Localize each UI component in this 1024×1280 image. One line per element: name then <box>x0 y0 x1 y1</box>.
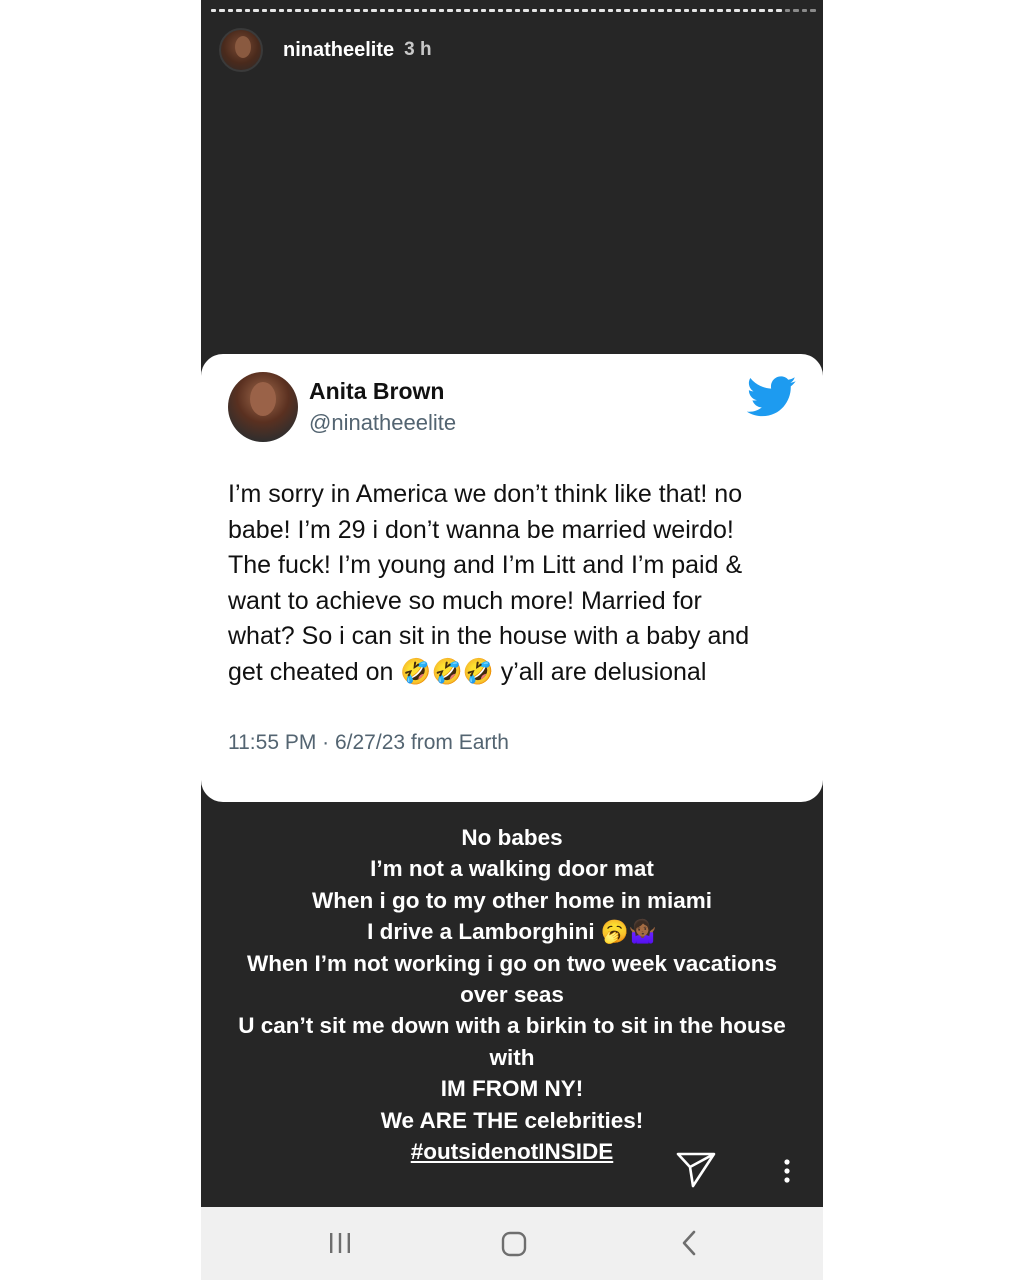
caption-line: No babes <box>461 825 563 850</box>
caption-line: We ARE THE celebrities! <box>380 1107 644 1133</box>
tweet-text-line: I’m sorry in America we don’t think like… <box>228 480 743 508</box>
tweet-text-line: babe! I’m 29 i don’t wanna be married we… <box>228 515 734 544</box>
story-viewer: ninatheelite 3 h Anita Brown @ninatheeel… <box>201 0 823 1280</box>
story-header: ninatheelite 3 h <box>219 28 432 72</box>
tweet-handle: @ninatheeelite <box>309 410 457 435</box>
send-icon[interactable] <box>675 1150 717 1190</box>
caption-line: I’m not a walking door mat <box>370 856 654 882</box>
tweet-text: I’m sorry in America we don’t think like… <box>228 477 798 690</box>
caption-line: over seas <box>460 982 564 1008</box>
recents-icon[interactable] <box>327 1231 353 1255</box>
twitter-bird-icon <box>747 376 797 417</box>
avatar[interactable] <box>219 28 263 72</box>
more-vertical-icon[interactable] <box>775 1158 799 1186</box>
caption-line: IM FROM NY! <box>440 1076 584 1102</box>
caption-line: When I’m not working i go on two week va… <box>246 950 778 976</box>
caption-line: U can’t sit me down with a birkin to sit… <box>238 1013 786 1039</box>
tweet-avatar <box>228 372 298 442</box>
tweet-text-line: want to achieve so much more! Married fo… <box>228 586 702 615</box>
system-nav-bar <box>201 1207 823 1280</box>
tweet-text-line: get cheated on 🤣🤣🤣 y’all are delusional <box>228 657 707 686</box>
tweet-display-name: Anita Brown <box>309 378 445 404</box>
story-username[interactable]: ninatheelite <box>283 39 394 62</box>
story-progress-bar <box>211 9 816 13</box>
story-caption: No babes I’m not a walking door mat When… <box>201 822 823 1167</box>
hashtag-link[interactable]: #outsidenotINSIDE <box>201 1136 823 1167</box>
caption-line: I drive a Lamborghini 🥱🤷🏾‍♀️ <box>367 919 657 945</box>
home-icon[interactable] <box>501 1231 527 1257</box>
back-icon[interactable] <box>679 1229 699 1257</box>
tweet-text-line: what? So i can sit in the house with a b… <box>228 622 750 650</box>
tweet-text-line: The fuck! I’m young and I’m Litt and I’m… <box>228 551 743 579</box>
story-timestamp: 3 h <box>404 39 432 60</box>
tweet-timestamp: 11:55 PM · 6/27/23 from Earth <box>228 731 509 754</box>
tweet-card: Anita Brown @ninatheeelite I’m sorry in … <box>201 354 823 802</box>
caption-line: When i go to my other home in miami <box>311 887 713 913</box>
caption-line: with <box>489 1044 535 1070</box>
